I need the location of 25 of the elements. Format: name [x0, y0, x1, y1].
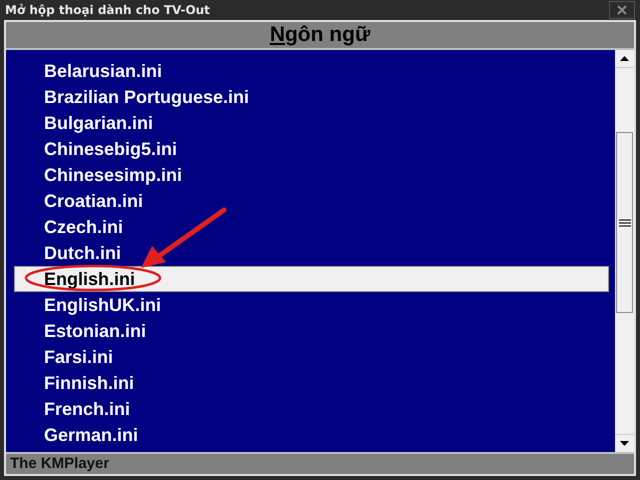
- list-item[interactable]: Chinesesimp.ini: [14, 162, 609, 188]
- down-arrow-icon: [620, 441, 629, 446]
- list-item[interactable]: English.ini: [14, 266, 609, 292]
- list-item[interactable]: Finnish.ini: [14, 370, 609, 396]
- list-item[interactable]: Croatian.ini: [14, 188, 609, 214]
- list-item[interactable]: Belarusian.ini: [14, 58, 609, 84]
- panel-heading: Ngôn ngữ: [270, 22, 370, 48]
- list-item[interactable]: Brazilian Portuguese.ini: [14, 84, 609, 110]
- up-arrow-icon: [620, 56, 629, 61]
- list-item[interactable]: Chinesebig5.ini: [14, 136, 609, 162]
- list-item[interactable]: Dutch.ini: [14, 240, 609, 266]
- close-button[interactable]: [609, 1, 635, 19]
- list-item[interactable]: Farsi.ini: [14, 344, 609, 370]
- list-item[interactable]: French.ini: [14, 396, 609, 422]
- close-icon: [617, 5, 627, 15]
- window-title: Mở hộp thoại dành cho TV-Out: [5, 2, 210, 19]
- scrollbar[interactable]: [615, 50, 634, 452]
- status-text: The KMPlayer: [10, 454, 110, 474]
- list-item[interactable]: EnglishUK.ini: [14, 292, 609, 318]
- list-item[interactable]: Czech.ini: [14, 214, 609, 240]
- list-item[interactable]: Bulgarian.ini: [14, 110, 609, 136]
- list-item[interactable]: German.ini: [14, 422, 609, 448]
- scrollbar-thumb[interactable]: [616, 132, 633, 313]
- list-item[interactable]: Estonian.ini: [14, 318, 609, 344]
- grip-icon: [618, 218, 630, 226]
